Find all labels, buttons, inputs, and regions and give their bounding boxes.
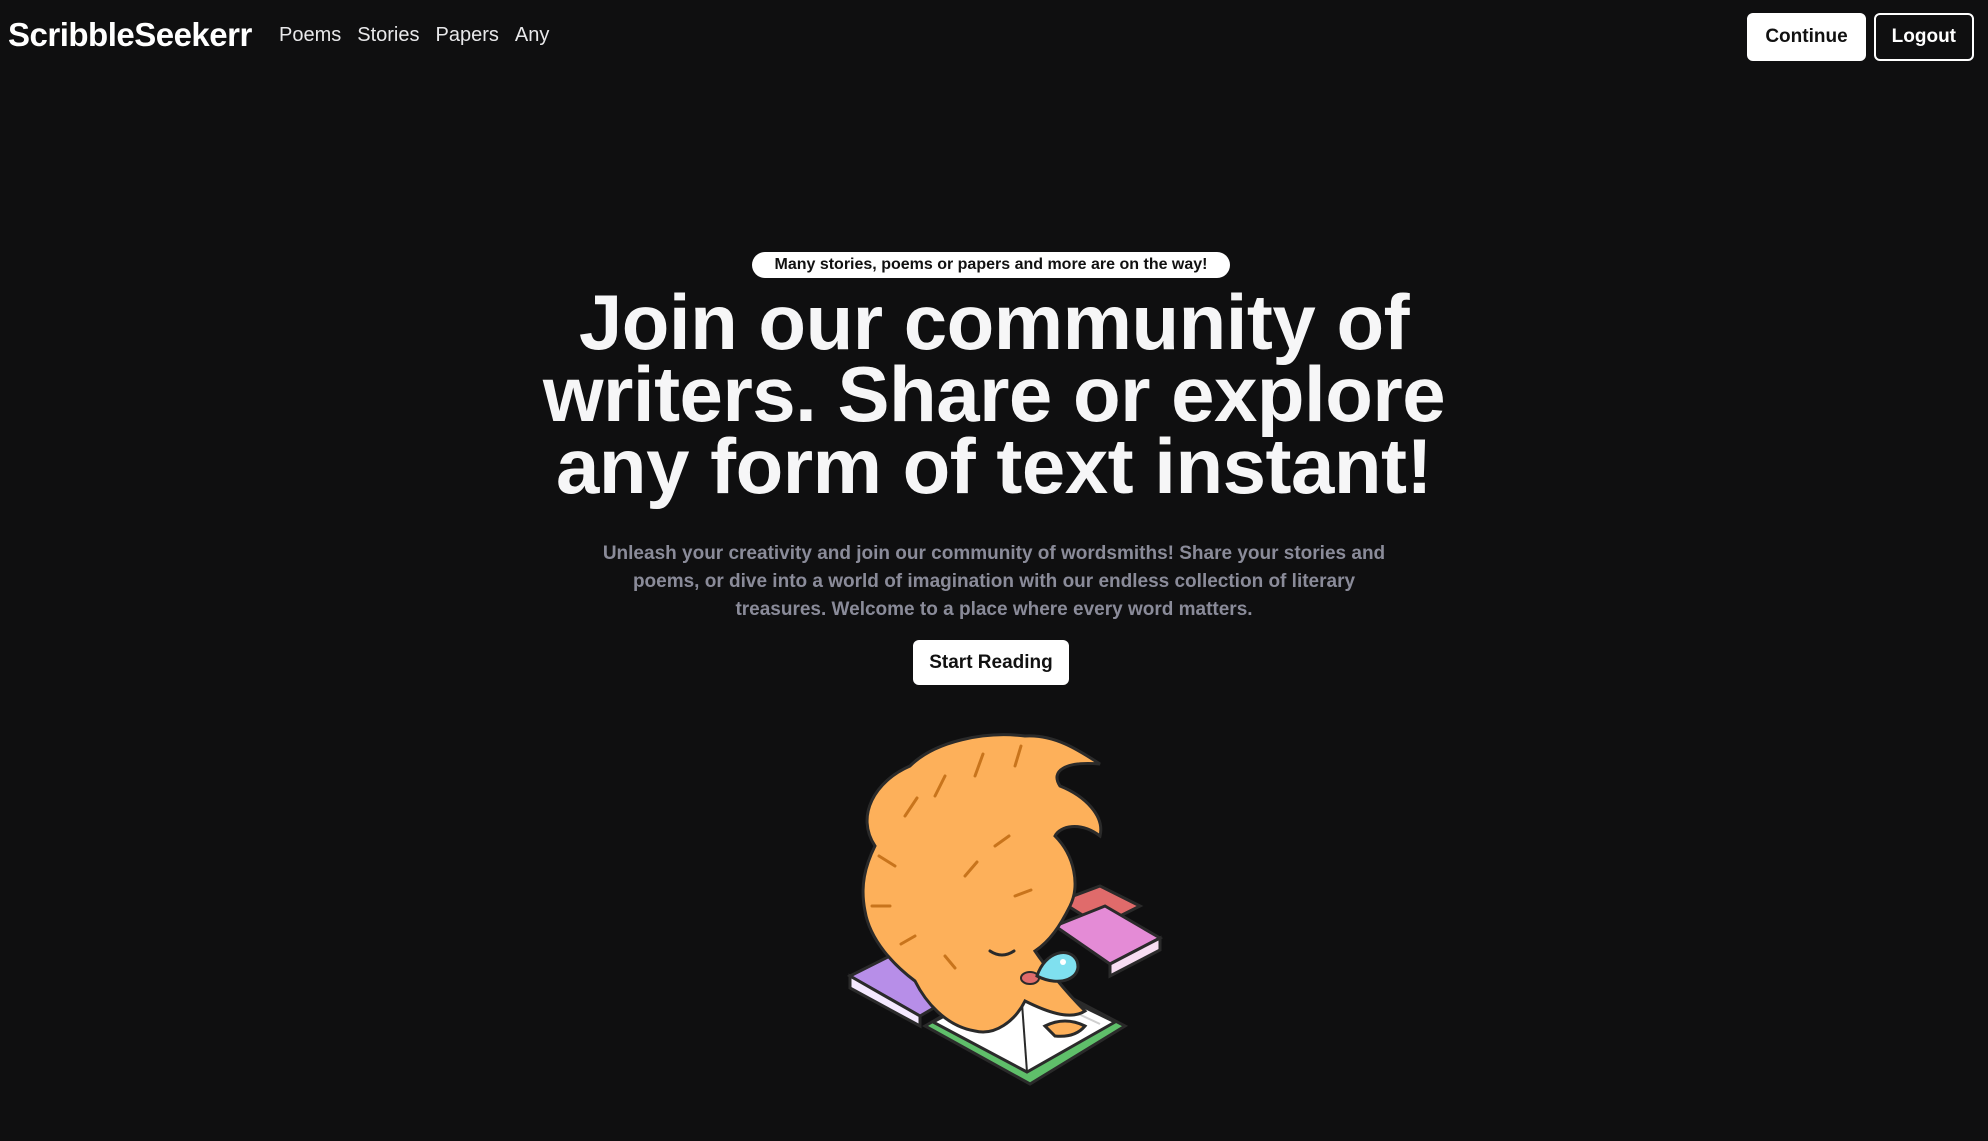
drool-bubble-icon [1035,951,1080,983]
brand-logo[interactable]: ScribbleSeekerr [8,16,252,54]
nav-link-papers[interactable]: Papers [436,24,499,47]
hero-headline: Join our community of writers. Share or … [480,283,1508,505]
description-line-2: poems, or dive into a world of imaginati… [632,571,1356,592]
logout-button[interactable]: Logout [1873,13,1974,61]
nav-link-poems[interactable]: Poems [279,24,341,47]
description-line-3: treasures. Welcome to a place where ever… [735,599,1253,620]
nav-links: Poems Stories Papers Any [279,24,549,47]
start-reading-button[interactable]: Start Reading [913,640,1069,685]
description-line-1: Unleash your creativity and join our com… [602,543,1386,564]
nav-link-any[interactable]: Any [515,24,549,47]
announcement-badge: Many stories, poems or papers and more a… [752,252,1230,278]
headline-line-3: any form of text instant! [556,422,1432,510]
nav-actions: Continue Logout [1747,13,1974,61]
continue-button[interactable]: Continue [1747,13,1866,61]
sleeping-dog-on-books-illustration [846,733,1164,1086]
nav-link-stories[interactable]: Stories [357,24,419,47]
hero-description: Unleash your creativity and join our com… [580,540,1408,624]
top-navbar: ScribbleSeekerr Poems Stories Papers Any… [0,0,1988,74]
